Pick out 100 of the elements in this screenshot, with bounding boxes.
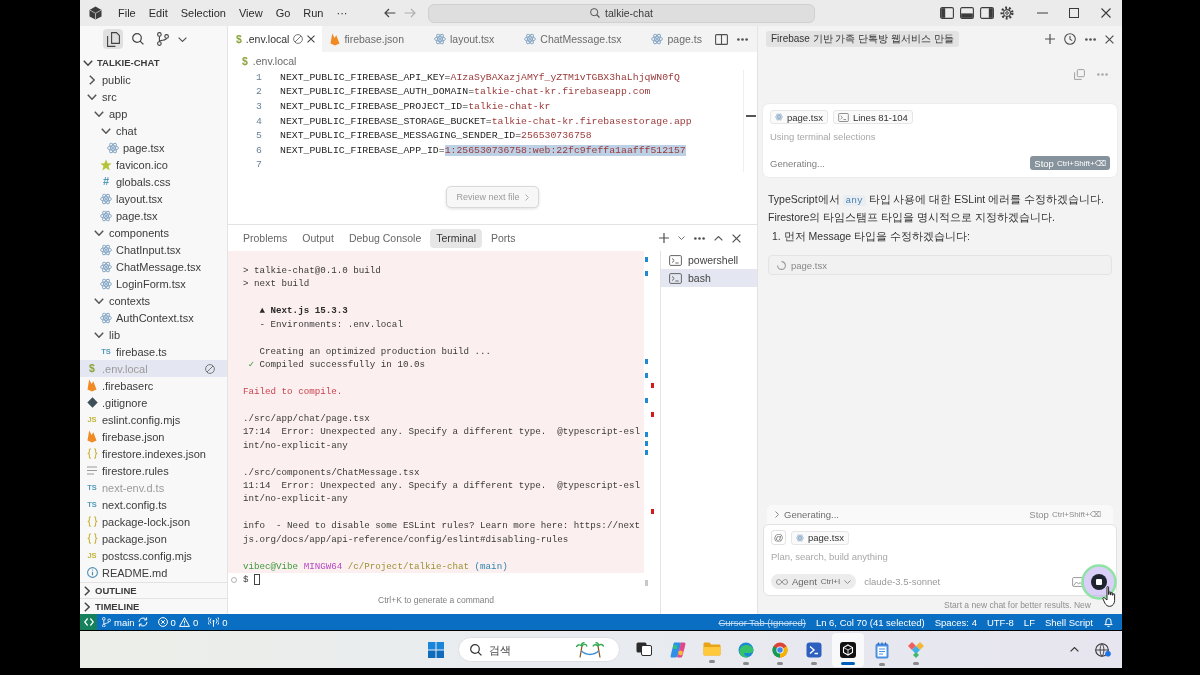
status-item[interactable]: Ln 6, Col 70 (41 selected) [810, 614, 930, 630]
close-icon[interactable] [732, 233, 741, 243]
close-icon[interactable] [307, 35, 316, 43]
tree-item[interactable]: package-lock.json [80, 513, 227, 530]
chevron-up-icon[interactable] [1070, 647, 1079, 652]
tree-item[interactable]: firebase.json [80, 428, 227, 445]
tree-item[interactable]: firestore.indexes.json [80, 445, 227, 462]
toggle-sidebar-icon[interactable] [940, 7, 954, 19]
chat-tab[interactable]: Firebase 기반 가족 단톡방 웹서비스 만들 [766, 31, 959, 47]
split-editor-icon[interactable] [715, 33, 728, 45]
tree-item[interactable]: favicon.ico [80, 156, 227, 173]
folder-item[interactable]: public [80, 71, 227, 88]
settings-icon[interactable] [1000, 6, 1014, 20]
folder-item[interactable]: app [80, 105, 227, 122]
close-icon[interactable] [1101, 8, 1111, 18]
history-icon[interactable] [1064, 33, 1076, 45]
menu-item[interactable]: Selection [174, 5, 232, 21]
running-indicator [841, 661, 855, 665]
command-center[interactable]: talkie-chat [428, 3, 815, 23]
minimize-icon[interactable] [1036, 12, 1048, 14]
tree-item[interactable]: # globals.css [80, 173, 227, 190]
terminal-prompt: $ [243, 574, 249, 586]
remote-button[interactable] [80, 614, 97, 630]
stop-generation-button[interactable] [1091, 573, 1107, 590]
mention-button[interactable]: @ [771, 530, 786, 545]
editor-tab[interactable]: firebase.json [322, 26, 426, 52]
toggle-secondary-sidebar-icon[interactable] [980, 7, 994, 19]
menu-item[interactable]: Go [269, 5, 297, 21]
tree-item[interactable]: AuthContext.tsx [80, 309, 227, 326]
folder-item[interactable]: src [80, 88, 227, 105]
tree-item[interactable]: ChatInput.tsx [80, 241, 227, 258]
menu-item[interactable]: View [232, 5, 269, 21]
status-item[interactable]: LF [1018, 614, 1040, 630]
menu-item[interactable]: File [112, 5, 142, 21]
edit-target-name: page.tsx [791, 259, 827, 271]
bell-icon[interactable] [1104, 617, 1113, 627]
panel-tab[interactable]: Ports [484, 228, 522, 248]
context-chip[interactable]: page.tsx [791, 530, 849, 545]
tree-item[interactable]: package.json [80, 530, 227, 547]
panel-tab[interactable]: Output [296, 228, 340, 248]
spinner-icon [777, 260, 786, 270]
chevron-down-icon[interactable] [178, 36, 187, 42]
line-number: 7 [255, 159, 262, 171]
folder-item[interactable]: lib [80, 326, 227, 343]
editor-tab[interactable]: page.ts [643, 26, 705, 52]
chevron-right-icon [524, 193, 529, 201]
section-header[interactable]: OUTLINE [80, 582, 227, 598]
menu-item[interactable]: Run [297, 5, 330, 21]
tree-item[interactable]: page.tsx [80, 139, 227, 156]
app-logo-icon [89, 6, 102, 20]
status-item[interactable]: Spaces: 4 [929, 614, 982, 630]
terminal-session[interactable]: bash [661, 269, 757, 287]
braces-icon [86, 533, 98, 544]
context-chip[interactable]: page.tsx [770, 110, 828, 124]
editor-tab[interactable]: ChatMessage.tsx [516, 26, 644, 52]
taskbar-app[interactable] [832, 632, 864, 667]
menu-item[interactable]: Edit [142, 5, 174, 21]
panel-tab[interactable]: Terminal [430, 228, 482, 248]
terminal-session[interactable]: powershell [661, 251, 757, 269]
more-icon[interactable] [1085, 37, 1096, 41]
more-icon[interactable] [694, 236, 705, 240]
context-chip[interactable]: Lines 81-104 [832, 110, 913, 124]
toggle-panel-icon[interactable] [960, 7, 974, 19]
plus-icon[interactable] [1045, 34, 1055, 44]
menu-item[interactable]: ··· [330, 5, 354, 21]
plus-icon[interactable] [659, 233, 669, 243]
more-icon[interactable] [737, 37, 748, 41]
branch-status[interactable]: main [97, 614, 153, 630]
panel-tab[interactable]: Debug Console [342, 228, 428, 248]
mode-selector[interactable]: Agent Ctrl+I [771, 574, 857, 589]
editor-tab[interactable]: $ .env.local [228, 26, 323, 52]
status-item[interactable]: Shell Script [1039, 614, 1098, 630]
maximize-icon[interactable] [1069, 8, 1079, 18]
status-item[interactable]: UTF-8 [981, 614, 1019, 630]
problems-status[interactable]: 0 0 [152, 614, 204, 630]
chevron-down-icon[interactable] [678, 236, 685, 240]
breadcrumb[interactable]: .env.local [252, 55, 297, 67]
tree-item[interactable]: firestore.rules [80, 462, 227, 479]
explorer-tab[interactable] [103, 29, 123, 49]
chrome-icon [772, 641, 788, 658]
panel-tab[interactable]: Problems [237, 228, 294, 248]
tree-item[interactable]: layout.tsx [80, 190, 227, 207]
tree-item[interactable]: .gitignore [80, 394, 227, 411]
close-icon[interactable] [1105, 34, 1114, 44]
tree-item[interactable]: LoginForm.tsx [80, 275, 227, 292]
tree-item[interactable]: README.md [80, 564, 227, 581]
running-indicator [879, 662, 885, 666]
folder-item[interactable]: chat [80, 122, 227, 139]
ports-status[interactable]: 0 [203, 614, 233, 630]
explorer-header[interactable]: TALKIE-CHAT [80, 54, 227, 71]
folder-item[interactable]: contexts [80, 292, 227, 309]
tree-item[interactable]: page.tsx [80, 207, 227, 224]
editor-tab[interactable]: layout.tsx [426, 26, 517, 52]
tree-item[interactable]: .firebaserc [80, 377, 227, 394]
chat-input[interactable]: Plan, search, build anything [771, 548, 1109, 564]
back-arrow-icon[interactable] [384, 8, 396, 18]
folder-item[interactable]: components [80, 224, 227, 241]
tree-item[interactable]: ChatMessage.tsx [80, 258, 227, 275]
chevron-up-icon[interactable] [714, 235, 723, 241]
globe-icon[interactable] [1095, 642, 1111, 657]
